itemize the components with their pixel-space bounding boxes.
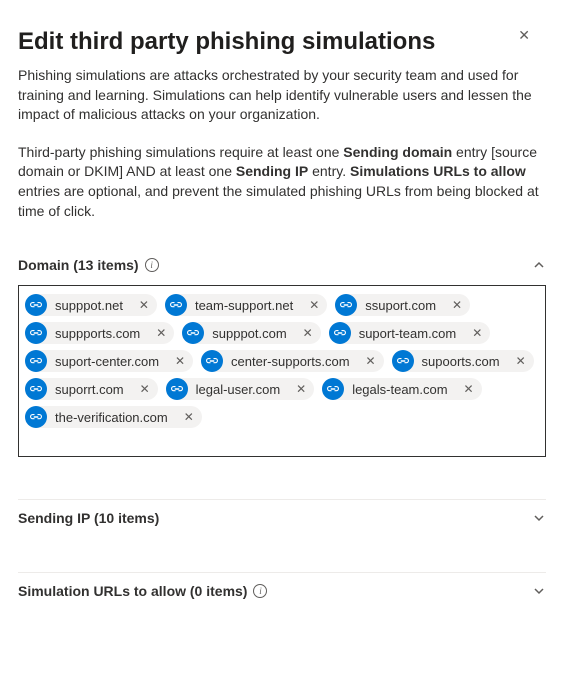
chip-label: legals-team.com — [344, 382, 455, 397]
chip-remove-button[interactable]: ✕ — [305, 296, 323, 314]
chip-label: suport-center.com — [47, 354, 167, 369]
section-label-sending-ip: Sending IP (10 items) — [18, 510, 159, 526]
chevron-up-icon — [532, 258, 546, 272]
chip-remove-button[interactable]: ✕ — [512, 352, 530, 370]
chip-remove-button[interactable]: ✕ — [468, 324, 486, 342]
chip-label: supppot.net — [47, 298, 131, 313]
req-pre: Third-party phishing simulations require… — [18, 144, 343, 160]
domain-chip: suport-center.com ✕ — [25, 350, 193, 372]
section-header-sim-urls[interactable]: Simulation URLs to allow (0 items) i — [18, 575, 546, 607]
link-icon — [25, 406, 47, 428]
req-bold-sim-urls: Simulations URLs to allow — [350, 163, 526, 179]
domain-chip: the-verification.com ✕ — [25, 406, 202, 428]
chevron-down-icon — [532, 511, 546, 525]
close-icon[interactable]: ✕ — [518, 28, 530, 42]
chip-label: ssuport.com — [357, 298, 444, 313]
chip-label: suporrt.com — [47, 382, 132, 397]
link-icon — [25, 322, 47, 344]
link-icon — [182, 322, 204, 344]
chip-remove-button[interactable]: ✕ — [292, 380, 310, 398]
domain-chip: supppot.net ✕ — [25, 294, 157, 316]
intro-text: Phishing simulations are attacks orchest… — [18, 66, 546, 125]
chevron-down-icon — [532, 584, 546, 598]
domain-chip: team-support.net ✕ — [165, 294, 327, 316]
page-title: Edit third party phishing simulations — [18, 28, 546, 56]
chip-remove-button[interactable]: ✕ — [171, 352, 189, 370]
domain-chip: suport-team.com✕ — [329, 322, 491, 344]
req-mid2: entry. — [308, 163, 350, 179]
divider — [18, 572, 546, 573]
info-icon[interactable]: i — [145, 258, 159, 272]
domain-chip: legals-team.com ✕ — [322, 378, 481, 400]
chip-remove-button[interactable]: ✕ — [135, 296, 153, 314]
requirements-text: Third-party phishing simulations require… — [18, 143, 546, 221]
section-header-sending-ip[interactable]: Sending IP (10 items) — [18, 502, 546, 534]
link-icon — [201, 350, 223, 372]
chip-label: the-verification.com — [47, 410, 176, 425]
chip-remove-button[interactable]: ✕ — [299, 324, 317, 342]
domain-chip: ssuport.com ✕ — [335, 294, 470, 316]
link-icon — [25, 294, 47, 316]
link-icon — [165, 294, 187, 316]
domain-chip: supppot.com ✕ — [182, 322, 320, 344]
req-bold-sending-domain: Sending domain — [343, 144, 452, 160]
link-icon — [166, 378, 188, 400]
req-bold-sending-ip: Sending IP — [236, 163, 308, 179]
chip-label: suppports.com — [47, 326, 148, 341]
chip-label: team-support.net — [187, 298, 301, 313]
chip-label: legal-user.com — [188, 382, 289, 397]
chip-remove-button[interactable]: ✕ — [460, 380, 478, 398]
section-label-sim-urls: Simulation URLs to allow (0 items) — [18, 583, 247, 599]
link-icon — [329, 322, 351, 344]
link-icon — [25, 378, 47, 400]
chip-remove-button[interactable]: ✕ — [362, 352, 380, 370]
domain-chip: supoorts.com ✕ — [392, 350, 534, 372]
link-icon — [392, 350, 414, 372]
domain-chip-container[interactable]: supppot.net✕team-support.net✕ssuport.com… — [18, 285, 546, 457]
chip-remove-button[interactable]: ✕ — [448, 296, 466, 314]
chip-label: supppot.com — [204, 326, 294, 341]
chip-label: supoorts.com — [414, 354, 508, 369]
domain-chip: suppports.com ✕ — [25, 322, 174, 344]
chip-label: suport-team.com — [351, 326, 465, 341]
domain-chip: center-supports.com ✕ — [201, 350, 384, 372]
chip-remove-button[interactable]: ✕ — [136, 380, 154, 398]
section-header-domain[interactable]: Domain (13 items) i — [18, 249, 546, 281]
chip-label: center-supports.com — [223, 354, 358, 369]
info-icon[interactable]: i — [253, 584, 267, 598]
link-icon — [335, 294, 357, 316]
link-icon — [322, 378, 344, 400]
domain-chip: legal-user.com✕ — [166, 378, 315, 400]
divider — [18, 499, 546, 500]
chip-remove-button[interactable]: ✕ — [180, 408, 198, 426]
chip-remove-button[interactable]: ✕ — [152, 324, 170, 342]
req-post: entries are optional, and prevent the si… — [18, 183, 539, 219]
link-icon — [25, 350, 47, 372]
section-label-domain: Domain (13 items) — [18, 257, 139, 273]
domain-chip: suporrt.com ✕ — [25, 378, 158, 400]
